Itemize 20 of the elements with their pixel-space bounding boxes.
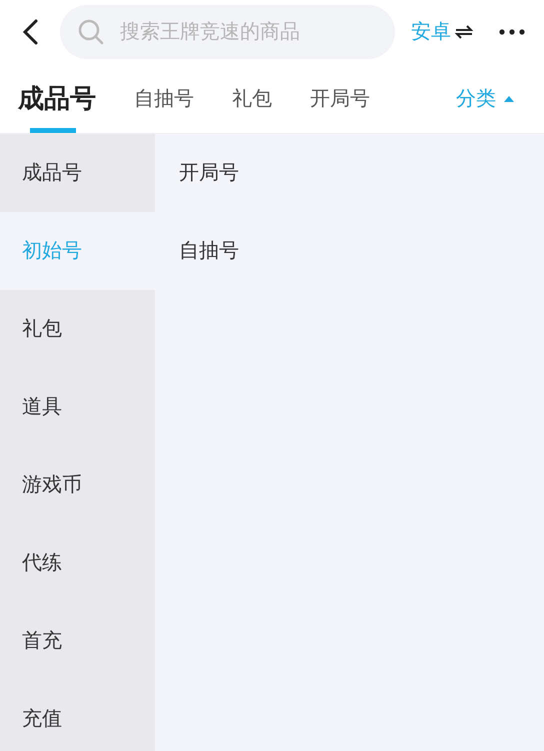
swap-icon: [455, 25, 473, 39]
category-tab[interactable]: 礼包: [232, 64, 272, 133]
sidebar-item[interactable]: 道具: [0, 368, 155, 446]
category-tab[interactable]: 开局号: [310, 64, 370, 133]
caret-up-icon: [504, 96, 514, 102]
sidebar-item[interactable]: 充值: [0, 680, 155, 751]
sidebar-item[interactable]: 礼包: [0, 290, 155, 368]
sidebar-item[interactable]: 游戏币: [0, 446, 155, 524]
subcategory-item[interactable]: 自抽号: [155, 212, 544, 290]
sidebar-item[interactable]: 成品号: [0, 134, 155, 212]
search-icon: [77, 18, 105, 46]
search-field[interactable]: 搜索王牌竞速的商品: [60, 5, 395, 59]
back-icon: [21, 18, 39, 46]
sidebar-item[interactable]: 首充: [0, 602, 155, 680]
sidebar-item[interactable]: 代练: [0, 524, 155, 602]
category-tab[interactable]: 自抽号: [134, 64, 194, 133]
subcategory-item[interactable]: 开局号: [155, 134, 544, 212]
more-icon: [499, 29, 525, 35]
category-tab[interactable]: 成品号: [18, 64, 96, 133]
tab-underline: [30, 128, 76, 133]
